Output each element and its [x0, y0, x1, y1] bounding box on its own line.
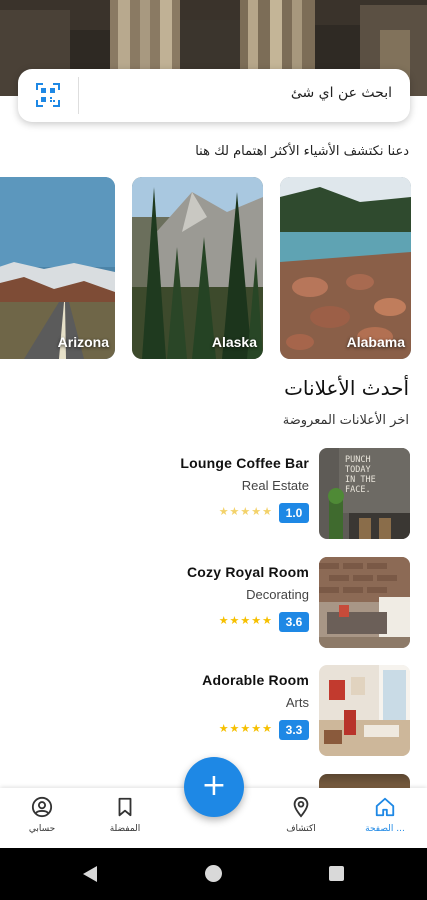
nav-bookmarks[interactable]: المفضلة [90, 796, 160, 834]
bookmark-icon [118, 797, 132, 817]
search-bar[interactable]: ابحث عن اي شئ [18, 69, 410, 122]
arizona-photo [0, 177, 115, 359]
place-card-arizona[interactable]: Arizona [0, 177, 115, 359]
nav-explore[interactable]: اكتشاف [266, 796, 336, 834]
listing-item[interactable]: PUNCH TODAY IN THE FACE. Lounge Coffee Bar … [0, 448, 427, 540]
rating-badge: 3.3 [279, 720, 309, 740]
listing-thumbnail [319, 665, 410, 756]
place-name: Alaska [211, 334, 257, 350]
listing-thumbnail: PUNCH TODAY IN THE FACE. [319, 448, 410, 539]
listing-title: Lounge Coffee Bar [180, 455, 309, 471]
star-rating: ★★★★★ [218, 614, 273, 627]
nav-bookmarks-label: المفضلة [109, 824, 141, 834]
search-divider [78, 77, 79, 114]
rating-badge: 3.6 [279, 612, 309, 632]
add-listing-button[interactable]: + [184, 757, 244, 817]
alaska-photo [132, 177, 263, 359]
account-icon [31, 796, 53, 818]
place-card-alabama[interactable]: Alabama [280, 177, 411, 359]
location-pin-icon [293, 796, 309, 818]
listing-title: Adorable Room [202, 672, 309, 688]
place-card-alaska[interactable]: Alaska [132, 177, 263, 359]
listing-item[interactable]: Adorable Room Arts 3.3 ★★★★★ [0, 665, 427, 757]
place-name: Arizona [57, 334, 109, 350]
home-icon [375, 797, 395, 817]
search-input[interactable]: ابحث عن اي شئ [291, 85, 392, 101]
qr-scan-icon[interactable] [36, 83, 60, 107]
listing-title: Cozy Royal Room [186, 564, 309, 580]
rating-badge: 1.0 [279, 503, 309, 523]
latest-ads-title: أحدث الأعلانات [284, 376, 409, 400]
listing-category: Decorating [246, 587, 309, 602]
nav-home-label: الصفحة ... [365, 824, 405, 834]
listing-thumbnail [319, 557, 410, 648]
nav-home[interactable]: الصفحة ... [350, 796, 420, 834]
discover-heading: دعنا نكتشف الأشياء الأكثر اهتمام لك هنا [195, 144, 409, 159]
nav-explore-label: اكتشاف [286, 824, 316, 834]
nav-account-label: حسابي [28, 824, 56, 834]
place-name: Alabama [346, 334, 405, 350]
listing-category: Arts [285, 695, 309, 710]
star-rating: ★★★★★ [218, 722, 273, 735]
alabama-photo [280, 177, 411, 359]
recent-apps-icon[interactable] [329, 866, 344, 881]
back-icon[interactable] [82, 865, 98, 883]
home-circle-icon[interactable] [205, 865, 222, 882]
system-navigation-bar [0, 848, 427, 900]
latest-ads-subtitle: اخر الأعلانات المعروضة [282, 413, 409, 428]
nav-account[interactable]: حسابي [7, 796, 77, 834]
listing-category: Real Estate [241, 478, 309, 493]
star-rating: ★★★★★ [218, 505, 273, 518]
listing-item[interactable]: Cozy Royal Room Decorating 3.6 ★★★★★ [0, 557, 427, 649]
